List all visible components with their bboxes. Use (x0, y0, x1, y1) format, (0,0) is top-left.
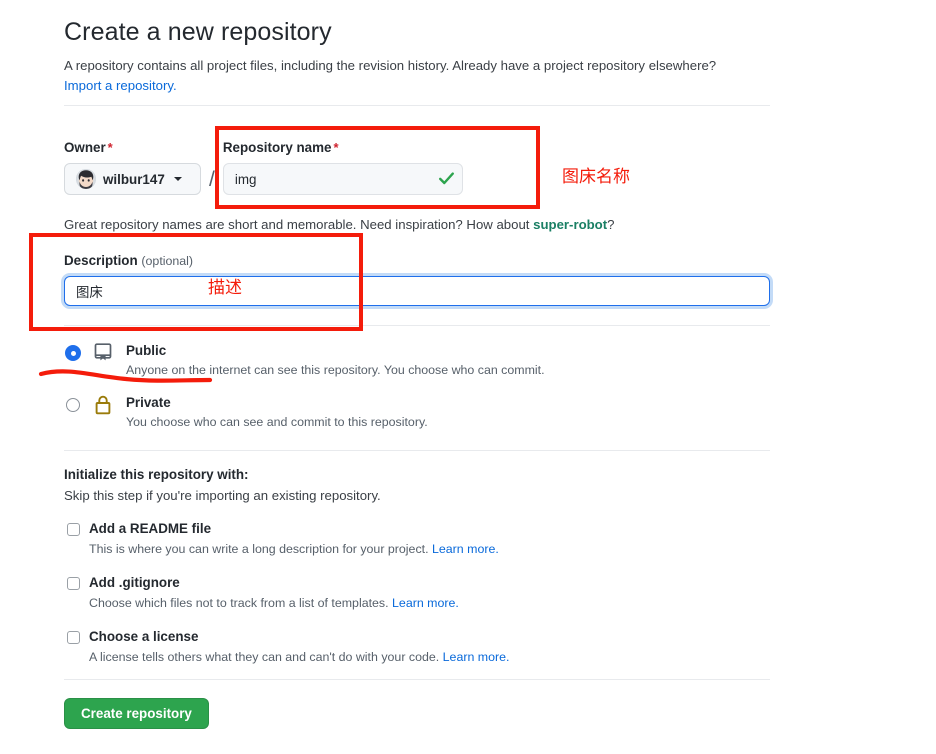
lock-icon (92, 394, 114, 421)
visibility-private-description: You choose who can see and commit to thi… (126, 415, 428, 429)
visibility-option-private[interactable]: Private You choose who can see and commi… (64, 394, 545, 430)
hint-suffix: ? (607, 217, 615, 232)
owner-username: wilbur147 (103, 171, 165, 187)
initialize-license-texts: Choose a license A license tells others … (89, 629, 509, 665)
chevron-down-icon (173, 177, 182, 181)
gitignore-learn-more-link[interactable]: Learn more. (392, 596, 459, 610)
license-learn-more-link[interactable]: Learn more. (443, 650, 510, 664)
repository-name-input[interactable] (222, 163, 463, 195)
checkbox-gitignore[interactable] (67, 577, 80, 590)
owner-field: Owner * wilbur147 (64, 140, 201, 195)
repository-name-label-text: Repository name (222, 140, 332, 155)
description-input[interactable] (64, 276, 770, 306)
visibility-private-title: Private (126, 395, 171, 410)
repository-name-field: Repository name * (222, 140, 463, 195)
visibility-public-description: Anyone on the internet can see this repo… (126, 363, 545, 377)
initialize-gitignore-description: Choose which files not to track from a l… (89, 595, 459, 611)
readme-learn-more-link[interactable]: Learn more. (432, 542, 499, 556)
repo-book-icon (92, 342, 114, 369)
description-label: Description (optional) (64, 253, 770, 268)
initialize-item-license[interactable]: Choose a license A license tells others … (64, 629, 509, 665)
visibility-option-public[interactable]: Public Anyone on the internet can see th… (64, 342, 545, 378)
repository-name-label: Repository name * (223, 140, 463, 155)
initialize-item-readme[interactable]: Add a README file This is where you can … (64, 521, 509, 557)
owner-repo-separator: / (209, 168, 215, 191)
radio-private[interactable] (66, 398, 80, 412)
initialize-license-label: Choose a license (89, 629, 199, 644)
divider-before-submit (64, 679, 770, 680)
hint-prefix: Great repository names are short and mem… (64, 217, 534, 232)
initialize-gitignore-label: Add .gitignore (89, 575, 180, 590)
owner-label: Owner * (64, 140, 201, 155)
page-title: Create a new repository (64, 18, 332, 46)
initialize-readme-description-text: This is where you can write a long descr… (89, 542, 429, 556)
checkbox-readme[interactable] (67, 523, 80, 536)
page-subtitle: A repository contains all project files,… (64, 56, 770, 96)
repository-name-input-wrap (222, 163, 463, 195)
checkbox-license[interactable] (67, 631, 80, 644)
visibility-private-texts: Private You choose who can see and commi… (126, 394, 428, 430)
initialize-readme-description: This is where you can write a long descr… (89, 541, 499, 557)
owner-required-star: * (107, 140, 113, 155)
initialize-title: Initialize this repository with: (64, 467, 249, 482)
repository-name-hint: Great repository names are short and mem… (64, 217, 614, 232)
page-subtitle-text: A repository contains all project files,… (64, 58, 717, 73)
owner-label-text: Owner (64, 140, 106, 155)
initialize-subtitle: Skip this step if you're importing an ex… (64, 488, 381, 503)
visibility-public-texts: Public Anyone on the internet can see th… (126, 342, 545, 378)
initialize-license-description: A license tells others what they can and… (89, 649, 509, 665)
divider-after-visibility (64, 450, 770, 451)
initialize-item-gitignore[interactable]: Add .gitignore Choose which files not to… (64, 575, 509, 611)
annotation-text-repository-name: 图床名称 (562, 167, 630, 187)
create-repository-form: Create a new repository A repository con… (64, 0, 770, 96)
initialize-gitignore-description-text: Choose which files not to track from a l… (89, 596, 389, 610)
initialize-license-description-text: A license tells others what they can and… (89, 650, 440, 664)
create-repository-button[interactable]: Create repository (64, 698, 209, 729)
visibility-group: Public Anyone on the internet can see th… (64, 342, 545, 446)
initialize-gitignore-texts: Add .gitignore Choose which files not to… (89, 575, 459, 611)
suggested-repo-name[interactable]: super-robot (533, 217, 607, 232)
description-label-text: Description (64, 253, 138, 268)
repository-name-required-star: * (333, 140, 339, 155)
user-avatar-icon (76, 169, 96, 189)
initialize-section: Initialize this repository with: Skip th… (64, 467, 509, 665)
owner-repo-row: Owner * wilbur147 / Repository name * (64, 140, 463, 195)
divider-top (64, 105, 770, 106)
description-field: Description (optional) (64, 253, 770, 306)
divider-after-description (64, 325, 770, 326)
description-optional-label: (optional) (141, 254, 194, 268)
initialize-readme-texts: Add a README file This is where you can … (89, 521, 499, 557)
initialize-readme-label: Add a README file (89, 521, 212, 536)
owner-select-button[interactable]: wilbur147 (64, 163, 201, 195)
radio-public[interactable] (66, 346, 80, 360)
import-repository-link[interactable]: Import a repository. (64, 78, 177, 93)
visibility-public-title: Public (126, 343, 167, 358)
